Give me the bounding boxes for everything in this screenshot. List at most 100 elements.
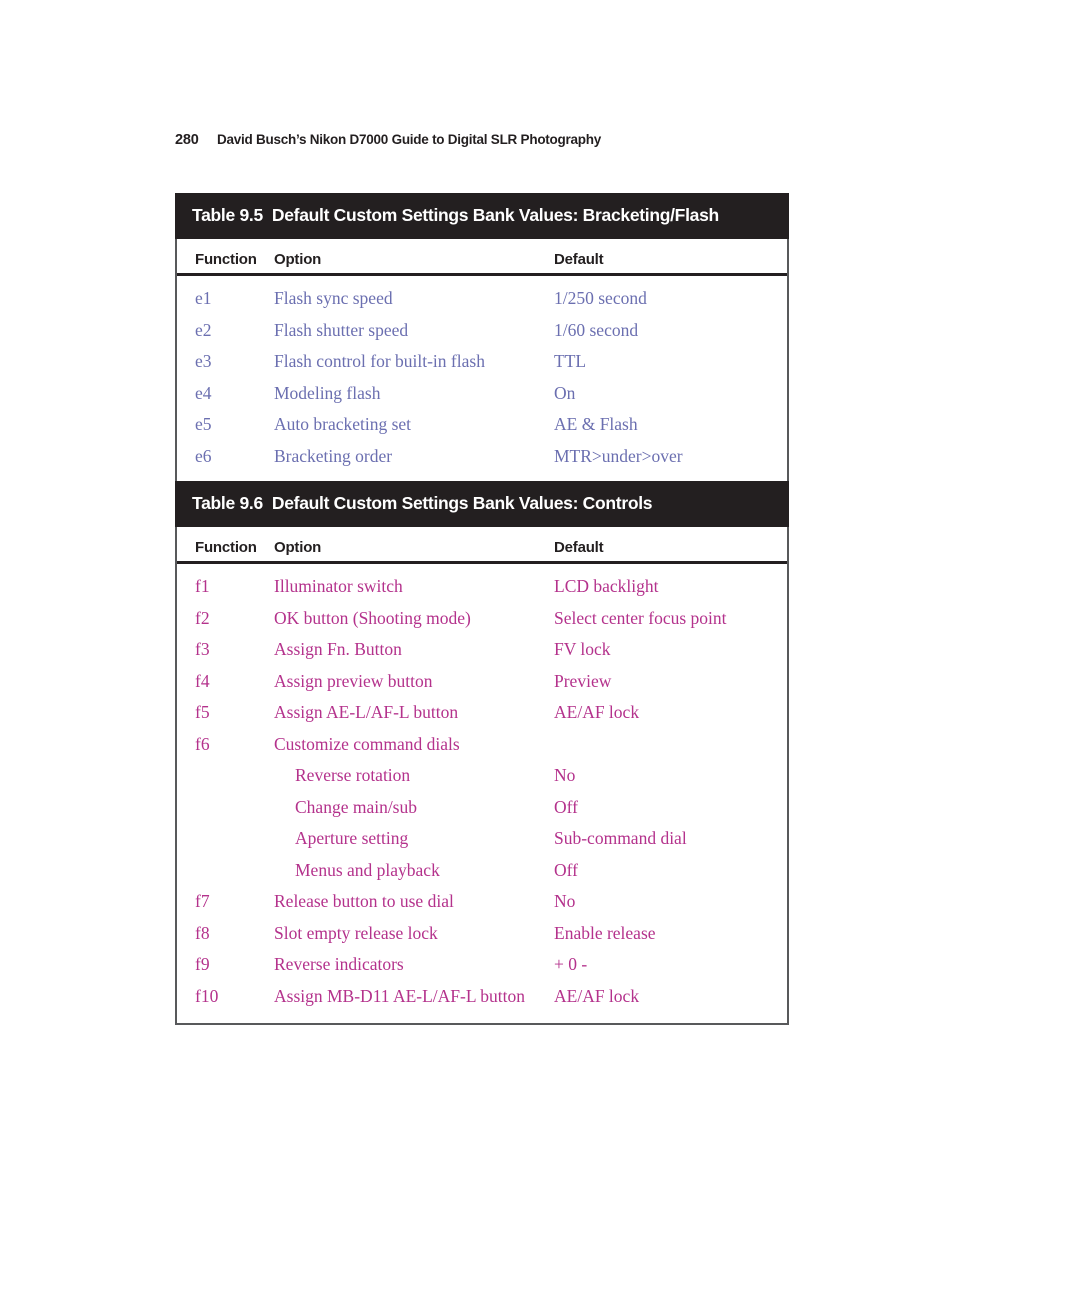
cell-option: Slot empty release lock [274, 922, 438, 943]
table-row: f9 Reverse indicators + 0 - [177, 948, 787, 980]
cell-option-sub: Menus and playback [295, 859, 440, 880]
cell-option: OK button (Shooting mode) [274, 607, 471, 628]
cell-default: AE & Flash [554, 414, 638, 434]
table-row: f1 Illuminator switch LCD backlight [177, 563, 787, 602]
table-row: Reverse rotation No [177, 759, 787, 791]
cell-default: AE/AF lock [554, 985, 640, 1006]
cell-option: Reverse indicators [274, 954, 404, 974]
cell-function: f4 [195, 670, 210, 691]
table-row: e6 Bracketing order MTR>under>over [177, 440, 787, 472]
cell-default: TTL [554, 351, 587, 371]
cell-option: Customize command dials [274, 733, 460, 754]
table-body-wrapper: Function Option Default f1 Illuminator sw… [175, 527, 789, 1025]
cell-option-sub: Aperture setting [295, 828, 409, 848]
cell-function [177, 854, 274, 886]
cell-function: f6 [195, 733, 210, 754]
table-row: f3 Assign Fn. Button FV lock [177, 633, 787, 665]
cell-function [177, 791, 274, 823]
table-row: f7 Release button to use dial No [177, 885, 787, 917]
cell-default: No [554, 765, 576, 785]
column-header-function: Function [177, 239, 274, 276]
table-row: f2 OK button (Shooting mode) Select center… [177, 602, 787, 634]
cell-function: f2 [195, 607, 210, 628]
cell-default: LCD backlight [554, 576, 659, 596]
cell-default: + 0 - [554, 954, 588, 974]
cell-function [177, 759, 274, 791]
table-body: f1 Illuminator switch LCD backlight f2 OK bu… [177, 563, 787, 1012]
table-9-5: Table 9.5 Default Custom Settings Bank Va… [175, 193, 789, 485]
cell-function: f9 [195, 954, 210, 974]
table-row: f10 Assign MB-D11 AE-L/AF-L button AE/AF l… [177, 980, 787, 1012]
column-header-default: Default [554, 527, 787, 564]
cell-default: Sub-command dial [554, 828, 687, 848]
table-row: Aperture setting Sub-command dial [177, 822, 787, 854]
table-row: f8 Slot empty release lock Enable release [177, 917, 787, 949]
cell-default: Preview [554, 670, 612, 691]
cell-option: Assign MB-D11 AE-L/AF-L button [274, 985, 525, 1006]
settings-table: Function Option Default e1 Flash sync spe… [177, 239, 787, 471]
table-row: e4 Modeling flash On [177, 377, 787, 409]
table-9-6: Table 9.6 Default Custom Settings Bank Va… [175, 481, 789, 1025]
cell-default: 1/60 second [554, 319, 639, 340]
cell-function: f8 [195, 922, 210, 943]
cell-default: No [554, 891, 576, 911]
cell-option: Flash shutter speed [274, 319, 409, 340]
cell-function: e6 [195, 445, 212, 466]
cell-default: MTR>under>over [554, 445, 683, 466]
table-row: e3 Flash control for built-in flash TTL [177, 345, 787, 377]
cell-function: f1 [195, 576, 210, 596]
cell-option: Modeling flash [274, 382, 381, 403]
table-row: f5 Assign AE-L/AF-L button AE/AF lock [177, 696, 787, 728]
table-row: e1 Flash sync speed 1/250 second [177, 275, 787, 314]
table-caption-number: Table 9.6 [192, 493, 263, 513]
cell-function: f10 [195, 985, 219, 1006]
column-header-option: Option [274, 239, 554, 276]
cell-default: AE/AF lock [554, 702, 640, 722]
cell-option: Release button to use dial [274, 891, 454, 911]
table-caption-number: Table 9.5 [192, 205, 263, 225]
cell-option: Bracketing order [274, 445, 393, 466]
table-row: e2 Flash shutter speed 1/60 second [177, 314, 787, 346]
table-body-wrapper: Function Option Default e1 Flash sync spe… [175, 239, 789, 485]
cell-default: Select center focus point [554, 607, 727, 628]
cell-option: Flash sync speed [274, 288, 393, 308]
cell-default: On [554, 382, 576, 403]
table-caption: Table 9.5 Default Custom Settings Bank Va… [175, 193, 789, 239]
cell-option: Assign preview button [274, 670, 433, 691]
cell-default: Off [554, 796, 578, 817]
table-caption-title: Default Custom Settings Bank Values: Bra… [271, 205, 719, 225]
cell-function: f7 [195, 891, 210, 911]
cell-default [554, 728, 787, 760]
column-header-function: Function [177, 527, 274, 564]
table-header-row: Function Option Default [177, 239, 787, 276]
table-caption: Table 9.6 Default Custom Settings Bank Va… [175, 481, 789, 527]
cell-default: 1/250 second [554, 288, 647, 308]
settings-table: Function Option Default f1 Illuminator sw… [177, 527, 787, 1011]
cell-option: Assign AE-L/AF-L button [274, 702, 459, 722]
cell-function: e4 [195, 382, 212, 403]
table-row: f4 Assign preview button Preview [177, 665, 787, 697]
document-page: 280 David Busch’s Nikon D7000 Guide to D… [0, 0, 1080, 1292]
book-title: David Busch’s Nikon D7000 Guide to Digit… [217, 132, 602, 147]
page-number: 280 [175, 132, 199, 148]
column-header-option: Option [274, 527, 554, 564]
cell-option: Flash control for built-in flash [274, 351, 485, 371]
cell-function: f5 [195, 702, 210, 722]
cell-function: f3 [195, 639, 210, 659]
cell-function: e5 [195, 414, 212, 434]
table-row: e5 Auto bracketing set AE & Flash [177, 408, 787, 440]
cell-option: Auto bracketing set [274, 414, 412, 434]
cell-function [177, 822, 274, 854]
cell-default: Off [554, 859, 578, 880]
running-head: 280 David Busch’s Nikon D7000 Guide to D… [175, 132, 601, 148]
cell-function: e1 [195, 288, 212, 308]
cell-default: FV lock [554, 639, 611, 659]
table-row: f6 Customize command dials [177, 728, 787, 760]
cell-default: Enable release [554, 922, 656, 943]
column-header-default: Default [554, 239, 787, 276]
cell-option-sub: Change main/sub [295, 796, 417, 817]
table-header-row: Function Option Default [177, 527, 787, 564]
cell-function: e2 [195, 319, 212, 340]
cell-option: Illuminator switch [274, 576, 403, 596]
cell-option-sub: Reverse rotation [295, 765, 411, 785]
